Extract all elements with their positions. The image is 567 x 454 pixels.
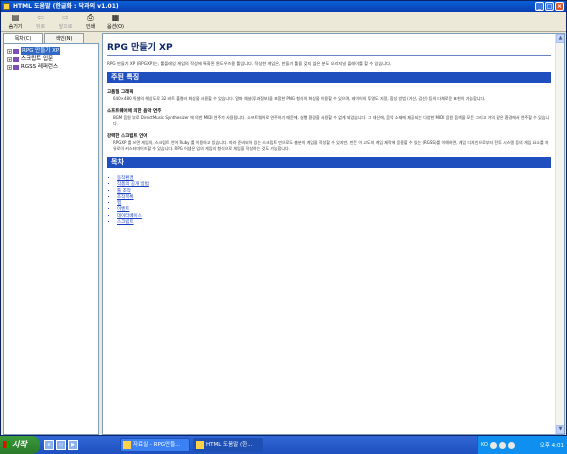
clock: 오후 4:01	[539, 443, 564, 449]
back-button[interactable]: ⇦ 뒤로	[28, 12, 53, 32]
tree-item-label: 스크립트 입문	[21, 56, 54, 62]
vertical-scrollbar[interactable]: ▲ ▼	[555, 34, 564, 434]
feature-body: RPGXP 를 쓰면 게임의, 스크립트 언어 Ruby 를 이용하고 있습니다…	[113, 140, 549, 151]
task-button-explorer[interactable]: 자료실 - RPG만들...	[120, 438, 190, 452]
book-icon	[13, 64, 19, 70]
volume-icon[interactable]	[498, 441, 506, 449]
network-icon[interactable]	[507, 441, 515, 449]
system-tray: KO 오후 4:01	[477, 436, 567, 454]
back-label: 뒤로	[35, 24, 46, 30]
print-button[interactable]: ⎙ 인쇄	[78, 12, 103, 32]
scroll-down-icon[interactable]: ▼	[556, 425, 564, 434]
tree-item-label: RGSS 레퍼런스	[21, 64, 59, 70]
start-button[interactable]: 시작	[0, 436, 40, 454]
browser-icon[interactable]: e	[44, 440, 54, 450]
toc-link[interactable]: 스크립트	[117, 220, 551, 226]
nav-tabs: 목차(C) 색인(N)	[3, 33, 99, 43]
content-pane: RPG 만들기 XP RPG 만들기 XP (RPGXP)는, 롤플레잉 게임의…	[102, 33, 565, 435]
maximize-button[interactable]: □	[545, 2, 554, 11]
tree-item-label: RPG 만들기 XP	[21, 47, 61, 55]
page-title: RPG 만들기 XP	[107, 40, 551, 56]
feature-body: 640×480 픽셀의 해상도로 32 비트 풀컬러 화상을 사용할 수 있습니…	[113, 96, 486, 101]
tab-index[interactable]: 색인(N)	[44, 33, 84, 43]
forward-label: 앞으로	[58, 24, 73, 30]
start-label: 시작	[12, 440, 27, 449]
hide-label: 숨기기	[8, 24, 23, 30]
options-button[interactable]: ▦ 옵션(O)	[103, 12, 128, 32]
feature-title: 소프트웨어에 의한 음악 연주	[107, 109, 162, 114]
toc-heading: 목차	[107, 157, 551, 168]
expand-icon[interactable]: +	[7, 56, 12, 62]
title-bar[interactable]: HTML 도움말 (한글화 : 닥과의 v1.01) _ □ ×	[1, 1, 566, 12]
window-title: HTML 도움말 (한글화 : 닥과의 v1.01)	[13, 3, 119, 10]
tab-contents[interactable]: 목차(C)	[3, 33, 43, 43]
quick-launch: e ▭ ▶	[44, 440, 78, 450]
minimize-button[interactable]: _	[535, 2, 544, 11]
help-window: HTML 도움말 (한글화 : 닥과의 v1.01) _ □ × ▤ 숨기기 ⇦…	[0, 0, 567, 436]
folder-icon	[123, 441, 131, 449]
feature-title: 고품질 그래픽	[107, 90, 134, 95]
feature-title: 강력한 스크립트 언어	[107, 134, 148, 139]
print-label: 인쇄	[85, 24, 96, 30]
feature-body: BGM 음원 부로 DirectMusic Synthesizer 에 의한 M…	[113, 115, 550, 126]
toolbar: ▤ 숨기기 ⇦ 뒤로 ⇨ 앞으로 ⎙ 인쇄 ▦ 옵션(O)	[1, 12, 566, 32]
taskbar: 시작 e ▭ ▶ 자료실 - RPG만들... HTML 도움말 (한... K…	[0, 436, 567, 454]
windows-logo-icon	[3, 441, 10, 448]
app-icon	[3, 3, 10, 10]
task-label: 자료실 - RPG만들...	[133, 442, 181, 448]
intro-text: RPG 만들기 XP (RPGXP)는, 롤플레잉 게임의 작성에 특화된 윈도…	[107, 61, 392, 66]
expand-icon[interactable]: +	[7, 64, 12, 70]
help-icon	[196, 441, 204, 449]
hide-button[interactable]: ▤ 숨기기	[3, 12, 28, 32]
task-label: HTML 도움말 (한...	[206, 442, 253, 448]
book-icon	[13, 56, 19, 62]
media-icon[interactable]: ▶	[68, 440, 78, 450]
desktop-icon[interactable]: ▭	[56, 440, 66, 450]
book-icon	[13, 48, 19, 54]
back-icon: ⇦	[37, 13, 44, 22]
forward-icon: ⇨	[62, 13, 69, 22]
task-button-help[interactable]: HTML 도움말 (한...	[193, 438, 263, 452]
help-page: RPG 만들기 XP RPG 만들기 XP (RPGXP)는, 롤플레잉 게임의…	[103, 34, 555, 226]
language-indicator[interactable]: KO	[481, 442, 488, 448]
expand-icon[interactable]: +	[7, 48, 12, 54]
print-icon: ⎙	[87, 13, 94, 22]
tree-item-rpgxp[interactable]: + RPG 만들기 XP	[4, 47, 98, 55]
window-controls: _ □ ×	[535, 2, 564, 11]
toc-list: 동작환경 작품의 공개 방법 툴 조작 조작목록 맵 이벤트 데이터베이스 스크…	[107, 176, 551, 226]
tree-item-script-intro[interactable]: + 스크립트 입문	[4, 55, 98, 63]
features-heading: 주된 특징	[107, 72, 551, 83]
options-icon: ▦	[111, 13, 120, 22]
scroll-up-icon[interactable]: ▲	[556, 34, 564, 43]
close-button[interactable]: ×	[555, 2, 564, 11]
forward-button[interactable]: ⇨ 앞으로	[53, 12, 78, 32]
ime-icon[interactable]	[489, 441, 497, 449]
options-label: 옵션(O)	[106, 24, 125, 30]
contents-tree: + RPG 만들기 XP + 스크립트 입문 + RGSS 레퍼런스	[3, 43, 99, 435]
navigation-pane: 목차(C) 색인(N) + RPG 만들기 XP + 스크립트 입문 + RGS…	[3, 33, 99, 435]
hide-icon: ▤	[11, 13, 20, 22]
tree-item-rgss-reference[interactable]: + RGSS 레퍼런스	[4, 63, 98, 71]
